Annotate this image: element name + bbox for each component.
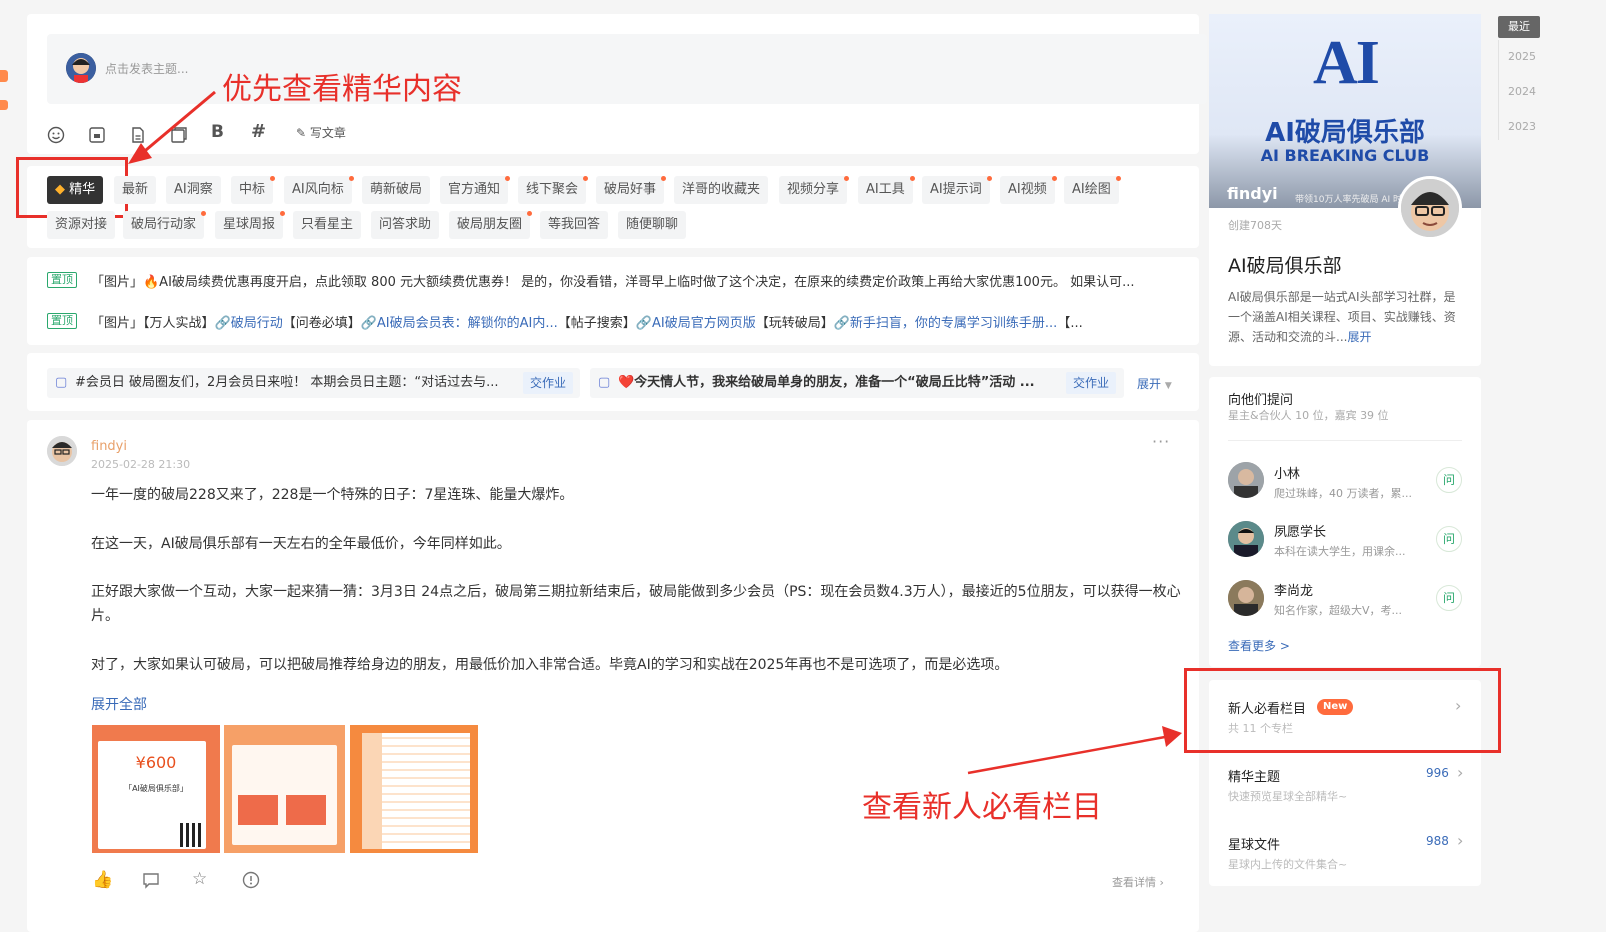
tag-chip[interactable]: 最新 [114, 176, 157, 204]
unread-dot [270, 176, 276, 181]
tag-chip[interactable]: 洋哥的收藏夹 [674, 176, 769, 204]
tag-chip[interactable]: 只看星主 [293, 211, 362, 239]
tag-chip[interactable]: 官方通知 [440, 176, 511, 204]
tag-label: 破局朋友圈 [457, 217, 523, 232]
tag-label: 等我回答 [548, 217, 601, 232]
annotation-text-bottom: 查看新人必看栏目 [862, 790, 1102, 825]
tag-chip[interactable]: 资源对接 [47, 211, 116, 239]
tag-label: AI视频 [1008, 182, 1047, 197]
tag-label: 萌新破局 [370, 182, 423, 197]
tag-label: AI风向标 [292, 182, 344, 197]
tag-label: 破局好事 [604, 182, 657, 197]
tag-label: 视频分享 [787, 182, 840, 197]
tag-label: 只看星主 [301, 217, 354, 232]
unread-dot [909, 176, 915, 181]
unread-dot [348, 176, 354, 181]
tag-chip[interactable]: 中标 [231, 176, 276, 204]
tag-label: 线下聚会 [526, 182, 579, 197]
annotation-highlight-columns [1184, 668, 1501, 753]
unread-dot [986, 176, 992, 181]
tag-label: 随便聊聊 [626, 217, 679, 232]
tag-label: 破局行动家 [131, 217, 197, 232]
tag-chip[interactable]: 随便聊聊 [618, 211, 687, 239]
tag-chip[interactable]: AI绘图 [1064, 176, 1121, 204]
tag-chip[interactable]: AI提示词 [922, 176, 992, 204]
unread-dot [661, 176, 667, 181]
tag-chip[interactable]: 破局好事 [596, 176, 667, 204]
tag-chip[interactable]: 萌新破局 [362, 176, 431, 204]
unread-dot [844, 176, 850, 181]
tag-label: 中标 [239, 182, 266, 197]
tag-label: AI洞察 [174, 182, 213, 197]
tag-label: 星球周报 [223, 217, 276, 232]
tag-label: 最新 [122, 182, 149, 197]
tag-label: AI提示词 [930, 182, 982, 197]
tag-label: 问答求助 [379, 217, 432, 232]
tag-label: 官方通知 [448, 182, 501, 197]
tag-chip[interactable]: AI洞察 [166, 176, 221, 204]
unread-dot [1051, 176, 1057, 181]
tag-chip[interactable]: 等我回答 [540, 211, 609, 239]
tag-chip[interactable]: 视频分享 [779, 176, 850, 204]
tag-chip[interactable]: 星球周报 [215, 211, 286, 239]
tag-label: 资源对接 [55, 217, 108, 232]
unread-dot [280, 211, 286, 216]
unread-dot [583, 176, 589, 181]
tag-label: AI绘图 [1072, 182, 1111, 197]
unread-dot [1115, 176, 1121, 181]
unread-dot [201, 211, 207, 216]
tag-chip[interactable]: 线下聚会 [518, 176, 589, 204]
tag-chip[interactable]: 破局朋友圈 [449, 211, 533, 239]
tag-label: AI工具 [866, 182, 905, 197]
tag-label: 洋哥的收藏夹 [682, 182, 761, 197]
tag-chip[interactable]: 问答求助 [371, 211, 440, 239]
annotation-arrows [128, 90, 1182, 775]
unread-dot [505, 176, 511, 181]
unread-dot [527, 211, 533, 216]
tag-chip[interactable]: AI风向标 [284, 176, 354, 204]
tag-chip[interactable]: AI工具 [858, 176, 915, 204]
tag-chip[interactable]: 破局行动家 [123, 211, 207, 239]
tag-chip[interactable]: AI视频 [1000, 176, 1057, 204]
